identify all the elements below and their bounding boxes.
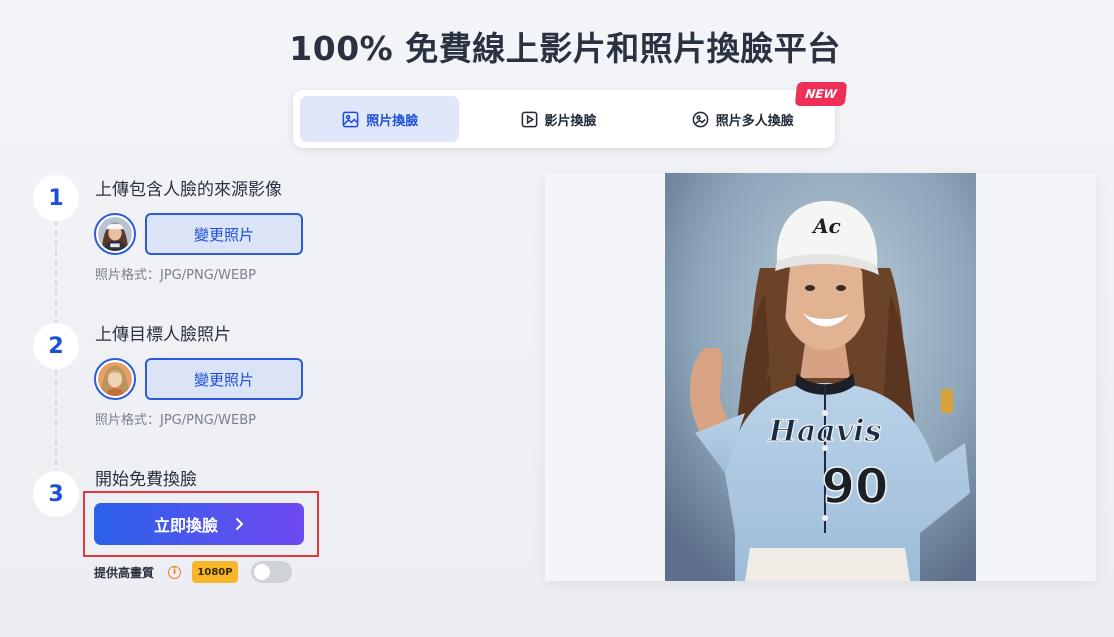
change-source-photo-button[interactable]: 變更照片 [145, 213, 303, 255]
jersey-script: Haavis [768, 414, 882, 449]
target-format-hint: 照片格式：JPG/PNG/WEBP [95, 413, 256, 428]
toggle-knob [254, 564, 271, 580]
tab-multi-face-swap-label: 照片多人換臉 [715, 113, 794, 129]
tab-video-swap[interactable]: 影片換臉 [459, 96, 656, 142]
step-3-title: 開始免費換臉 [95, 470, 197, 490]
cap-logo: Ac [811, 214, 841, 238]
high-quality-label: 提供高畫質 [94, 565, 155, 580]
step-2-title: 上傳目標人臉照片 [95, 325, 231, 345]
swap-now-label: 立即換臉 [153, 516, 218, 535]
step-3-number: 3 [33, 471, 79, 517]
change-target-photo-button[interactable]: 變更照片 [145, 358, 303, 400]
step-1-title: 上傳包含人臉的來源影像 [95, 180, 282, 200]
preview-panel: Ac Haavis 90 [545, 173, 1096, 581]
swap-now-button[interactable]: 立即換臉 [94, 503, 304, 545]
new-badge: NEW [794, 82, 848, 106]
chevron-right-icon [236, 518, 243, 530]
page-title: 100% 免費線上影片和照片換臉平台 [289, 29, 841, 68]
info-icon[interactable]: i [168, 565, 182, 579]
mode-tabs: 照片換臉 影片換臉 照片多人換臉 NEW [293, 82, 848, 148]
resolution-badge: 1080P [192, 561, 239, 583]
step-2-number: 2 [33, 323, 79, 369]
image-icon [342, 111, 359, 127]
jersey-number: 90 [822, 459, 889, 515]
play-icon [521, 111, 537, 127]
target-face-thumbnail [98, 362, 132, 396]
high-quality-toggle[interactable] [251, 561, 293, 583]
target-face-avatar[interactable] [94, 358, 136, 400]
source-format-hint: 照片格式：JPG/PNG/WEBP [95, 268, 256, 283]
multi-face-icon [692, 111, 709, 127]
preview-image: Ac Haavis 90 [665, 173, 976, 581]
tab-photo-swap-label: 照片換臉 [366, 113, 419, 129]
tab-photo-swap[interactable]: 照片換臉 [300, 96, 460, 142]
step-1-number: 1 [33, 175, 79, 221]
portrait-illustration: Ac Haavis 90 [665, 173, 976, 581]
tab-video-swap-label: 影片換臉 [544, 113, 597, 129]
high-quality-row: 提供高畫質 i 1080P [94, 560, 293, 584]
source-face-thumbnail [98, 217, 132, 251]
source-face-avatar[interactable] [94, 213, 136, 255]
